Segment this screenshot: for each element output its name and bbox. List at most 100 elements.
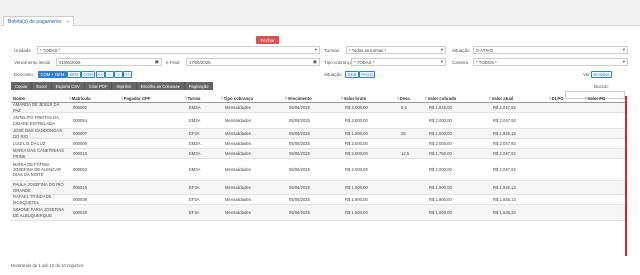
desconto-com-button[interactable]: COM bbox=[81, 71, 95, 78]
e-final-input[interactable]: 17/06/2025 ▣ bbox=[186, 58, 320, 66]
cell-bruto: R$ 1.900,00 bbox=[345, 184, 368, 190]
cell-venc: 05/06/2025 bbox=[289, 104, 310, 110]
carteira-select[interactable]: * TODOS * ▾ bbox=[473, 58, 628, 66]
table-row[interactable]: RAFAEL TRINDADE MOSQUETEL 000039 EF3A Mensa… bbox=[11, 194, 626, 205]
cell-desc: 25 bbox=[401, 130, 406, 136]
desconto-com-dem-button[interactable]: COM + DEM bbox=[38, 71, 67, 78]
choose-columns-button[interactable]: Escolha as Colunas▾ bbox=[136, 82, 185, 90]
cell-cobrado: R$ 1.500,00 bbox=[429, 209, 452, 215]
close-icon[interactable]: × bbox=[66, 19, 69, 24]
cell-cpf bbox=[125, 113, 177, 128]
cell-atual: R$ 1.945,15 bbox=[493, 130, 516, 136]
copy-button[interactable]: Copiar bbox=[11, 82, 33, 90]
situacao-pago-button[interactable]: PAGO bbox=[359, 71, 375, 78]
col-pagador-cpf[interactable]: ⇅ Pagador CPF bbox=[119, 96, 151, 102]
cell-dtpg bbox=[553, 195, 581, 204]
last-page-button[interactable]: >> bbox=[123, 71, 132, 78]
col-turma[interactable]: ⇅ Turma bbox=[183, 96, 200, 102]
cell-nome: LUIZ LIS DA LUZ bbox=[13, 140, 46, 146]
turmas-value: * Todas as turmas * bbox=[349, 47, 387, 53]
col-tipo-cobranca[interactable]: ⇅ Tipo cobrança bbox=[219, 96, 253, 102]
chevron-down-icon: ▾ bbox=[440, 59, 443, 64]
table-row[interactable]: AMANDA DE JESUS DA PAZ 000092 EM3A Mensalid… bbox=[11, 102, 626, 113]
col-valor-pg[interactable]: ⇅ Valor PG bbox=[583, 96, 606, 102]
table-row[interactable]: LUIZ LIS DA LUZ 000009 EM3A Mensalidades 05/… bbox=[11, 139, 626, 149]
cell-turma: EF3A bbox=[189, 209, 200, 215]
ver-label: Ver bbox=[583, 72, 590, 77]
col-vencimento[interactable]: ⇅ Vencimento bbox=[283, 96, 312, 102]
cell-dtpg bbox=[553, 149, 581, 158]
export-toolbar: Copiar Excel Exporta CSV Criar PDF Impri… bbox=[11, 82, 275, 90]
tipo-cobranca-select[interactable]: * TODAS * ▾ bbox=[351, 58, 446, 66]
desconto-label: Desconto bbox=[14, 72, 34, 77]
cell-cobrado: R$ 2.000,00 bbox=[429, 166, 452, 172]
cell-cobrado: R$ 1.750,00 bbox=[429, 150, 452, 156]
cell-nome: PAULA JOSEFINA DO RIO GRANDE bbox=[13, 182, 64, 193]
create-pdf-button[interactable]: Criar PDF bbox=[84, 82, 113, 90]
print-button[interactable]: Imprimir bbox=[112, 82, 137, 90]
first-page-button[interactable]: << bbox=[96, 71, 105, 78]
excel-button[interactable]: Excel bbox=[32, 82, 52, 90]
desconto-sem-button[interactable]: SEM bbox=[67, 71, 81, 78]
col-matricula[interactable]: ⇅ Matrícula bbox=[67, 96, 90, 102]
unidade-select[interactable]: * TODAS * ▾ bbox=[37, 46, 320, 54]
cell-valorpg bbox=[589, 129, 625, 138]
calendar-icon[interactable]: ▣ bbox=[155, 59, 159, 65]
cell-tipo: Mensalidades bbox=[225, 196, 251, 202]
cell-desc bbox=[401, 205, 421, 220]
table-row[interactable]: PAULA JOSEFINA DO RIO GRANDE 000019 EF3A Me… bbox=[11, 181, 626, 195]
col-dt-pg[interactable]: ⇅ Dt.PG bbox=[547, 96, 564, 102]
cell-matricula: 000054 bbox=[73, 117, 87, 123]
cell-bruto: R$ 2.000,00 bbox=[345, 104, 368, 110]
cell-turma: EM3A bbox=[189, 150, 201, 156]
cell-dtpg bbox=[553, 159, 581, 180]
pagination-button[interactable]: Paginação bbox=[184, 82, 214, 90]
col-valor-cobrado[interactable]: ⇅ Valor cobrado bbox=[423, 96, 456, 102]
col-nome[interactable]: Nome bbox=[13, 96, 25, 102]
scroll-indicator bbox=[625, 96, 627, 256]
tab-label: Boleta(s) de pagamento bbox=[8, 18, 62, 25]
cell-tipo: Mensalidades bbox=[225, 209, 251, 215]
situacao-value: S-ATIVO bbox=[476, 47, 493, 53]
cell-desc bbox=[401, 113, 421, 128]
tab-boletas[interactable]: Boleta(s) de pagamento × bbox=[3, 16, 75, 26]
prev-page-button[interactable]: < bbox=[105, 71, 114, 78]
tipo-cobranca-label: Tipo cobrança bbox=[324, 60, 353, 65]
close-button[interactable]: Fechar bbox=[256, 36, 279, 44]
next-page-button[interactable]: > bbox=[114, 71, 123, 78]
cell-matricula: 000015 bbox=[73, 150, 87, 156]
tipo-cobranca-value: * TODAS * bbox=[354, 59, 375, 65]
cell-cpf bbox=[125, 159, 177, 180]
calendar-icon[interactable]: ▣ bbox=[313, 59, 317, 65]
export-csv-button[interactable]: Exporta CSV bbox=[51, 82, 85, 90]
cell-tipo: Mensalidades bbox=[225, 150, 251, 156]
table-row[interactable]: MARIA DAS CANETINHAS FRINK 000015 EM3A Mens… bbox=[11, 148, 626, 159]
cell-dtpg bbox=[553, 205, 581, 220]
ver-emitidos-button[interactable]: Emitidos bbox=[591, 71, 612, 78]
cell-cobrado: R$ 1.900,00 bbox=[429, 184, 452, 190]
table-row[interactable]: SIMONE FARIA JOSEFINA DE ALBUQUERQUE 0000… bbox=[11, 205, 626, 221]
cell-venc: 05/06/2025 bbox=[289, 209, 310, 215]
table-row[interactable]: MARIA DE FÁTIMA JOSEFINA DE ALENCAR DIAS… bbox=[11, 159, 626, 181]
col-desc[interactable]: ⇅ Desc. bbox=[395, 96, 411, 102]
situacao-select[interactable]: S-ATIVO ▾ bbox=[473, 46, 628, 54]
cell-dtpg bbox=[553, 181, 581, 194]
col-valor-bruto[interactable]: ⇅ Valor bruto bbox=[339, 96, 366, 102]
cell-dtpg bbox=[553, 113, 581, 128]
situacao-deb-button[interactable]: DEB bbox=[345, 71, 359, 78]
table-footer-info: Mostrando de 1 até 10 de 10 registros bbox=[11, 263, 84, 268]
cell-matricula: 000007 bbox=[73, 130, 87, 136]
table-row[interactable]: ANTELITO FREITAS DA CIDADE ESTRELADA 0000… bbox=[11, 113, 626, 129]
cell-turma: EF3A bbox=[189, 130, 200, 136]
table-body: AMANDA DE JESUS DA PAZ 000092 EM3A Mensalid… bbox=[11, 102, 626, 221]
turmas-select[interactable]: * Todas as turmas * ▾ bbox=[346, 46, 446, 54]
col-valor-atual[interactable]: ⇅ Valor atual bbox=[487, 96, 513, 102]
cell-dtpg bbox=[553, 139, 581, 148]
cell-valorpg bbox=[589, 149, 625, 158]
chevron-down-icon: ▾ bbox=[622, 47, 625, 52]
table-row[interactable]: JOSÉ DAS CANDONGAS DO RIO 000007 EF3A Mensa… bbox=[11, 128, 626, 139]
cell-matricula: 000019 bbox=[73, 184, 87, 190]
vencimento-inicial-input[interactable]: 01/06/2025 ▣ bbox=[56, 58, 162, 66]
cell-valorpg bbox=[589, 195, 625, 204]
tab-bar: Boleta(s) de pagamento × bbox=[0, 0, 640, 26]
